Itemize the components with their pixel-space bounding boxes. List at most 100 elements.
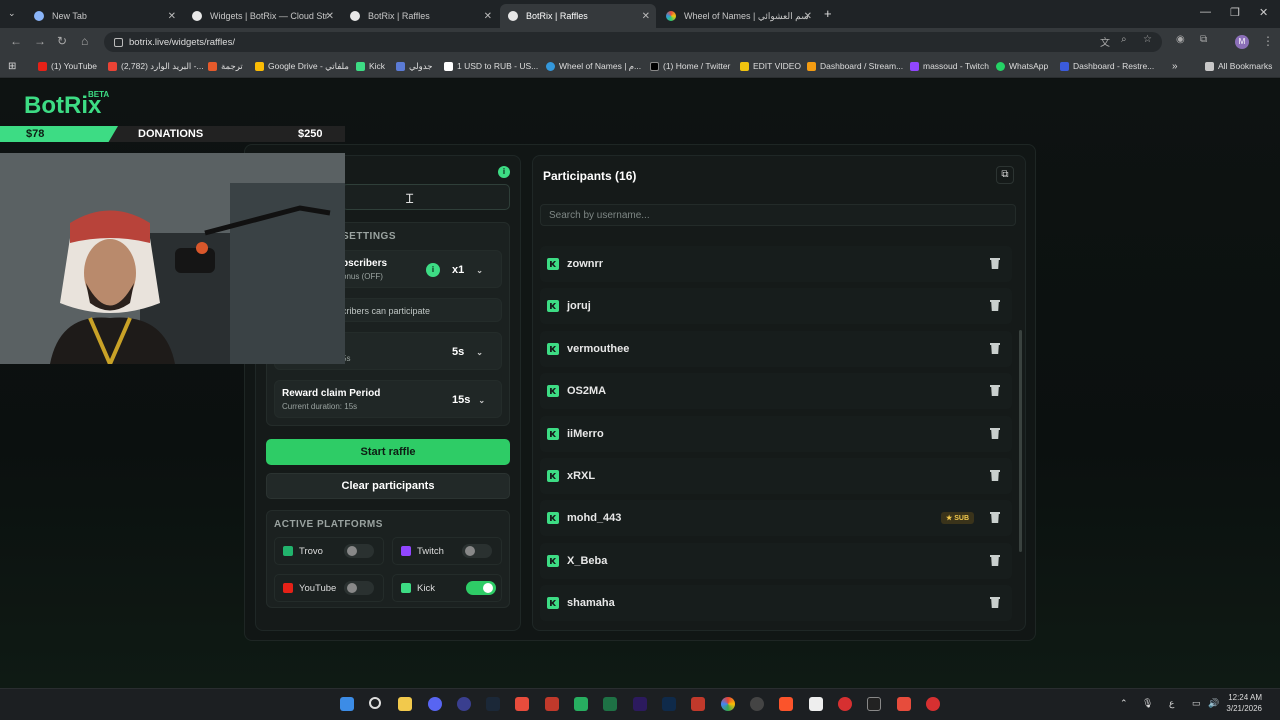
premiere-icon[interactable] <box>633 697 647 711</box>
tray-overflow-icon[interactable]: ⌃ <box>1120 698 1128 709</box>
file-explorer-icon[interactable] <box>398 697 412 711</box>
trash-icon[interactable] <box>990 597 1000 608</box>
tab-raffles-1[interactable]: BotRix | Raffles ✕ <box>342 4 498 28</box>
kick-toggle[interactable] <box>466 581 496 595</box>
close-tab-icon[interactable]: ✕ <box>326 11 334 22</box>
participant-search-input[interactable]: Search by username... <box>540 204 1016 226</box>
close-tab-icon[interactable]: ✕ <box>484 11 492 22</box>
restore-icon[interactable]: ❐ <box>1230 6 1240 19</box>
volume-icon[interactable]: 🔊 <box>1208 698 1219 709</box>
participant-row[interactable]: shamaha <box>540 585 1012 621</box>
forward-icon[interactable]: → <box>34 34 46 48</box>
trash-icon[interactable] <box>990 470 1000 481</box>
bookmark-whatsapp[interactable]: WhatsApp <box>996 61 1048 71</box>
app-icon[interactable] <box>515 697 529 711</box>
bookmark-currency[interactable]: 1 USD to RUB - US... <box>444 61 538 71</box>
trash-icon[interactable] <box>990 512 1000 523</box>
app-icon[interactable] <box>897 697 911 711</box>
participant-row[interactable]: xRXL <box>540 458 1012 494</box>
start-raffle-button[interactable]: Start raffle <box>266 439 510 465</box>
bookmark-translate[interactable]: ترجمة <box>208 61 243 72</box>
photoshop-icon[interactable] <box>662 697 676 711</box>
new-tab-button[interactable]: + <box>824 6 832 21</box>
bookmark-sheets[interactable]: جدولي <box>396 61 433 72</box>
microphone-icon[interactable]: 🎙 <box>1142 698 1153 709</box>
participant-row[interactable]: iiMerro <box>540 416 1012 452</box>
close-tab-icon[interactable]: ✕ <box>804 11 812 22</box>
app-icon[interactable] <box>838 697 852 711</box>
tab-wheel-of-names[interactable]: Wheel of Names | سم العشوائي ✕ <box>658 4 818 28</box>
multiplier-select[interactable]: x1 ⌄ <box>452 264 483 276</box>
participant-row[interactable]: zownrr <box>540 246 1012 282</box>
address-bar[interactable]: botrix.live/widgets/raffles/ <box>104 32 1162 52</box>
bookmark-dashboard-stream[interactable]: Dashboard / Stream... <box>807 61 903 71</box>
timer-select[interactable]: 5s ⌄ <box>452 346 483 358</box>
bookmark-kick[interactable]: Kick <box>356 61 385 71</box>
app-icon[interactable] <box>750 697 764 711</box>
all-bookmarks[interactable]: All Bookmarks <box>1205 61 1272 71</box>
bookmark-youtube[interactable]: (1) YouTube <box>38 61 97 71</box>
capcut-icon[interactable] <box>809 697 823 711</box>
youtube-toggle[interactable] <box>344 581 374 595</box>
translate-icon[interactable]: 文 <box>1100 34 1110 49</box>
raffle-keyword-input[interactable] <box>342 184 510 210</box>
participants-scrollbar[interactable] <box>1019 330 1022 552</box>
back-icon[interactable]: ← <box>10 34 22 48</box>
site-info-icon[interactable] <box>114 37 123 47</box>
participant-row[interactable]: X_Beba <box>540 543 1012 579</box>
app-icon[interactable] <box>867 697 881 711</box>
participant-row[interactable]: mohd_443 ★ SUB <box>540 500 1012 536</box>
participant-row[interactable]: joruj <box>540 288 1012 324</box>
participant-row[interactable]: vermouthee <box>540 331 1012 367</box>
tab-widgets[interactable]: Widgets | BotRix — Cloud Strea ✕ <box>184 4 340 28</box>
input-language[interactable]: ع <box>1169 698 1174 709</box>
trash-icon[interactable] <box>990 300 1000 311</box>
reload-icon[interactable]: ↻ <box>57 34 67 48</box>
minimize-icon[interactable]: — <box>1200 6 1211 18</box>
participant-row[interactable]: OS2MA <box>540 373 1012 409</box>
media-player-icon[interactable] <box>457 697 471 711</box>
steam-icon[interactable] <box>486 697 500 711</box>
close-tab-icon[interactable]: ✕ <box>642 11 650 22</box>
twitch-toggle[interactable] <box>462 544 492 558</box>
clear-participants-button[interactable]: Clear participants <box>266 473 510 499</box>
trash-icon[interactable] <box>990 555 1000 566</box>
apps-icon[interactable]: ⊞ <box>8 61 16 72</box>
bookmark-wheel[interactable]: Wheel of Names | م... <box>546 61 641 72</box>
app-icon[interactable] <box>545 697 559 711</box>
copy-icon[interactable]: ⧉ <box>996 166 1014 184</box>
excel-icon[interactable] <box>603 697 617 711</box>
bookmark-twitch[interactable]: massoud - Twitch <box>910 61 989 71</box>
info-icon[interactable]: i <box>426 263 440 277</box>
trash-icon[interactable] <box>990 343 1000 354</box>
extensions-puzzle-icon[interactable]: ⧉ <box>1200 34 1207 45</box>
chrome-icon[interactable] <box>721 697 735 711</box>
menu-icon[interactable]: ⋮ <box>1262 34 1274 48</box>
search-icon[interactable] <box>369 697 381 709</box>
windows-start-icon[interactable] <box>340 697 354 711</box>
trash-icon[interactable] <box>990 385 1000 396</box>
profile-avatar[interactable]: M <box>1235 35 1249 49</box>
bookmark-star-icon[interactable]: ☆ <box>1143 34 1152 45</box>
reward-claim-select[interactable]: 15s ⌄ <box>452 394 485 406</box>
bookmark-edit-video[interactable]: EDIT VIDEO <box>740 61 801 71</box>
tab-new-tab[interactable]: New Tab ✕ <box>26 4 182 28</box>
home-icon[interactable]: ⌂ <box>81 34 88 48</box>
extension-icon[interactable]: ◉ <box>1176 34 1185 45</box>
app-icon[interactable] <box>926 697 940 711</box>
close-window-icon[interactable]: ✕ <box>1259 6 1268 19</box>
tab-raffles-active[interactable]: BotRix | Raffles ✕ <box>500 4 656 28</box>
zoom-icon[interactable]: ⌕ <box>1121 34 1127 45</box>
app-icon[interactable] <box>574 697 588 711</box>
trash-icon[interactable] <box>990 428 1000 439</box>
app-icon[interactable] <box>691 697 705 711</box>
tab-search-icon[interactable]: ⌄ <box>8 8 16 19</box>
network-icon[interactable]: ▭ <box>1192 698 1201 709</box>
trovo-toggle[interactable] <box>344 544 374 558</box>
bookmark-gmail[interactable]: (2,782) البريد الوارد -... <box>108 61 204 72</box>
bookmark-drive[interactable]: Google Drive - ملفاتي <box>255 61 349 72</box>
more-bookmarks-icon[interactable]: » <box>1172 61 1178 72</box>
bookmark-twitter[interactable]: (1) Home / Twitter <box>650 61 730 71</box>
info-icon[interactable]: i <box>498 166 510 178</box>
close-tab-icon[interactable]: ✕ <box>168 11 176 22</box>
